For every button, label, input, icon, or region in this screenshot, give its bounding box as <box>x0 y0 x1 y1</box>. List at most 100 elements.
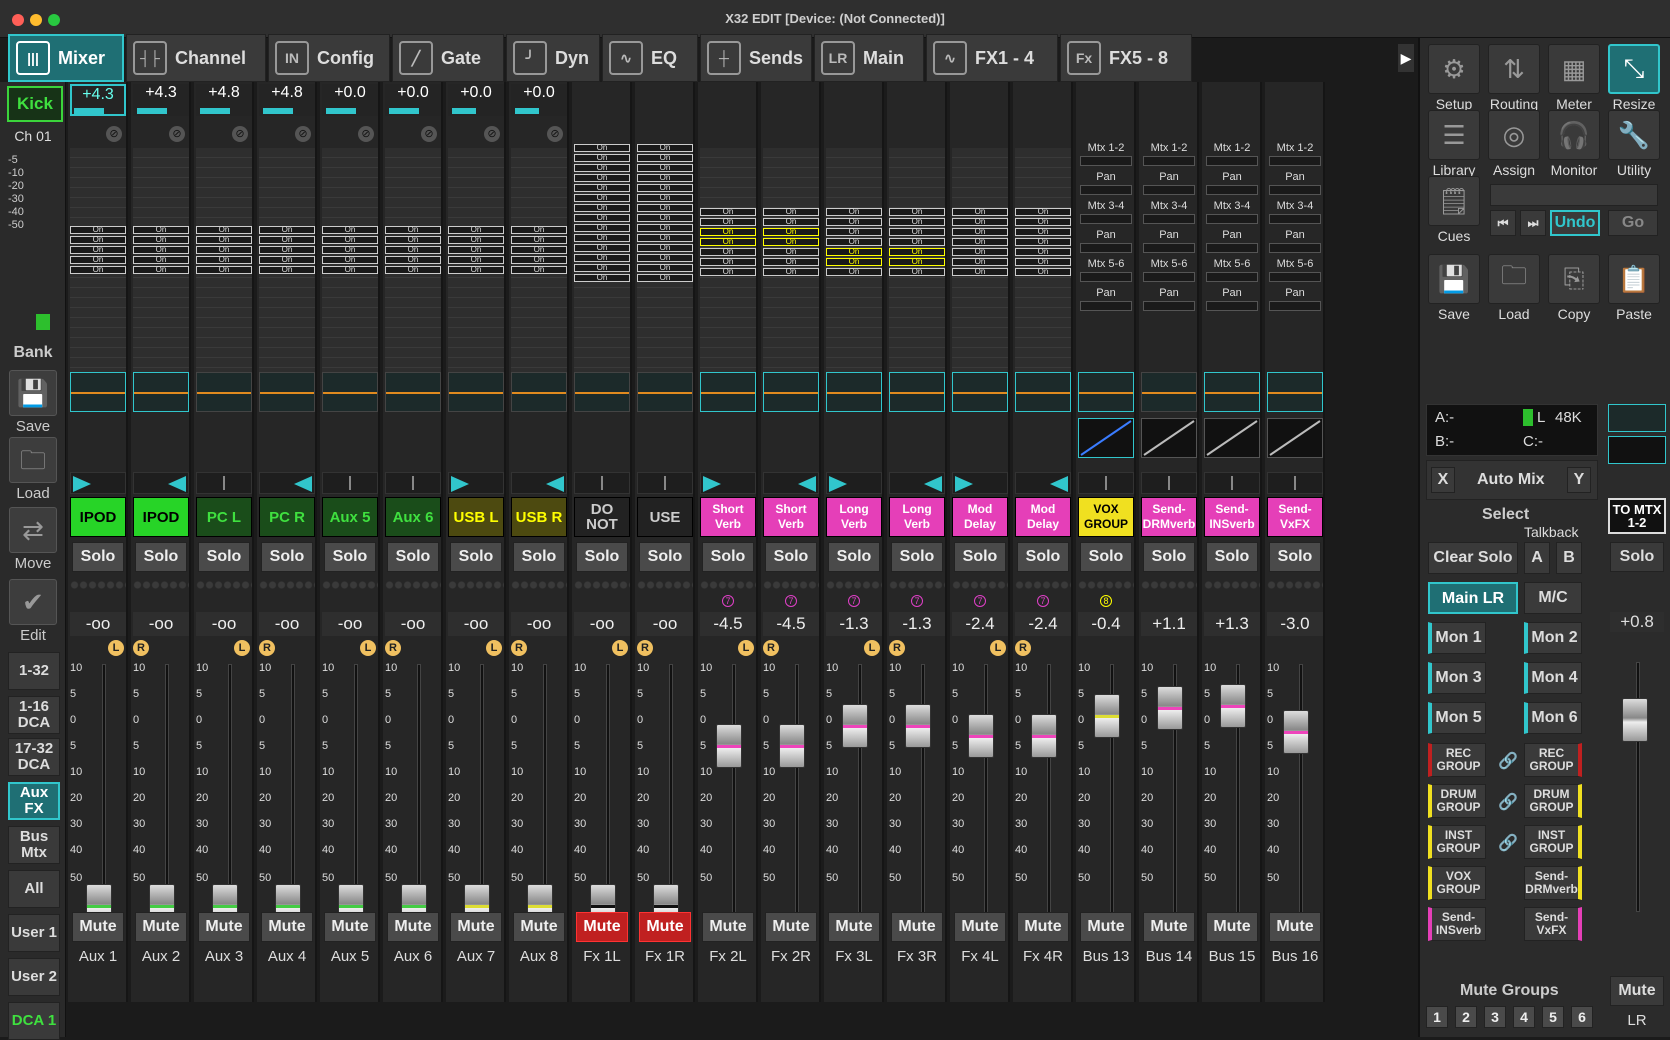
send-on-button[interactable]: On <box>259 266 315 274</box>
stereo-link-right[interactable]: R <box>259 640 275 656</box>
send-on-button[interactable]: On <box>637 254 693 262</box>
phase-invert-icon[interactable]: ⊘ <box>169 126 185 142</box>
bank-button-1-16-dca[interactable]: 1-16 DCA <box>8 696 60 734</box>
paste-scene-icon[interactable]: 📋 <box>1608 254 1660 304</box>
bank-button-bus-mtx[interactable]: Bus Mtx <box>8 826 60 864</box>
copy-scene-icon[interactable]: ⎘ <box>1548 254 1600 304</box>
phase-invert-icon[interactable]: ⊘ <box>484 126 500 142</box>
bank-button-dca-1[interactable]: DCA 1 <box>8 1002 60 1040</box>
pan-control[interactable] <box>1141 472 1197 494</box>
phase-invert-icon[interactable]: ⊘ <box>106 126 122 142</box>
solo-button[interactable]: Solo <box>1269 542 1321 572</box>
bank-button-17-32-dca[interactable]: 17-32 DCA <box>8 738 60 776</box>
solo-button[interactable]: Solo <box>261 542 313 572</box>
master-solo-button[interactable]: Solo <box>1610 542 1664 572</box>
send-on-button[interactable]: On <box>322 236 378 244</box>
send-on-button[interactable]: On <box>196 256 252 264</box>
pan-control[interactable] <box>1015 472 1071 494</box>
talkback-a-button[interactable]: A <box>1524 542 1550 574</box>
send-on-button[interactable]: On <box>259 236 315 244</box>
send-on-button[interactable]: On <box>700 268 756 276</box>
send-on-button[interactable]: On <box>133 256 189 264</box>
tab-sends[interactable]: ┼ Sends <box>700 34 812 82</box>
go-button[interactable]: Go <box>1608 210 1658 236</box>
send-on-button[interactable]: On <box>574 144 630 152</box>
undo-button[interactable]: Undo <box>1550 210 1600 236</box>
eq-curve[interactable] <box>511 372 567 412</box>
automix-x-button[interactable]: X <box>1431 467 1455 493</box>
send-on-button[interactable]: On <box>637 244 693 252</box>
send-on-button[interactable]: On <box>952 228 1008 236</box>
send-on-button[interactable]: On <box>70 246 126 254</box>
dynamics-curve[interactable] <box>1204 418 1260 458</box>
pan-control[interactable] <box>259 472 315 494</box>
send-on-button[interactable]: On <box>322 226 378 234</box>
eq-curve[interactable] <box>889 372 945 412</box>
solo-button[interactable]: Solo <box>702 542 754 572</box>
send-on-button[interactable]: On <box>70 256 126 264</box>
mute-button[interactable]: Mute <box>72 912 124 942</box>
eq-curve[interactable] <box>826 372 882 412</box>
setup-icon[interactable]: ⚙ <box>1428 44 1480 94</box>
send-on-button[interactable]: On <box>322 246 378 254</box>
send-on-button[interactable]: On <box>952 218 1008 226</box>
solo-button[interactable]: Solo <box>72 542 124 572</box>
send-on-button[interactable]: On <box>700 238 756 246</box>
move-icon[interactable]: ⇄ <box>9 507 57 553</box>
send-on-button[interactable]: On <box>700 218 756 226</box>
channel-name[interactable]: Aux 5 <box>322 497 378 537</box>
fader-level[interactable]: -oo <box>511 612 567 636</box>
channel-name[interactable]: Aux 6 <box>385 497 441 537</box>
channel-name[interactable]: VOX GROUP <box>1078 497 1134 537</box>
send-on-button[interactable]: On <box>700 248 756 256</box>
pan-control[interactable] <box>448 472 504 494</box>
solo-button[interactable]: Solo <box>1206 542 1258 572</box>
solo-button[interactable]: Solo <box>1080 542 1132 572</box>
send-on-button[interactable]: On <box>889 238 945 246</box>
stereo-link-left[interactable]: L <box>990 640 1006 656</box>
channel-name[interactable]: USB R <box>511 497 567 537</box>
solo-button[interactable]: Solo <box>954 542 1006 572</box>
send-on-button[interactable]: On <box>826 208 882 216</box>
eq-curve[interactable] <box>1141 372 1197 412</box>
send-on-button[interactable]: On <box>763 218 819 226</box>
stereo-link-left[interactable]: L <box>486 640 502 656</box>
fader-level[interactable]: -oo <box>196 612 252 636</box>
routing-icon[interactable]: ⇅ <box>1488 44 1540 94</box>
bank-button-aux-fx[interactable]: Aux FX <box>8 782 60 820</box>
bus-send-slider[interactable] <box>1206 272 1258 282</box>
send-on-button[interactable]: On <box>889 258 945 266</box>
monitor-bus-button[interactable]: Mon 5 <box>1428 702 1486 734</box>
pan-control[interactable] <box>574 472 630 494</box>
solo-button[interactable]: Solo <box>828 542 880 572</box>
next-scene-icon[interactable]: ⏭ <box>1520 210 1546 236</box>
send-on-button[interactable]: On <box>259 226 315 234</box>
edit-icon[interactable]: ✔ <box>9 579 57 625</box>
pan-control[interactable] <box>511 472 567 494</box>
send-on-button[interactable]: On <box>637 164 693 172</box>
eq-curve[interactable] <box>1078 372 1134 412</box>
solo-button[interactable]: Solo <box>765 542 817 572</box>
solo-button[interactable]: Solo <box>450 542 502 572</box>
send-on-button[interactable]: On <box>889 218 945 226</box>
channel-name[interactable]: Mod Delay <box>952 497 1008 537</box>
bus-send-slider[interactable] <box>1269 272 1321 282</box>
stereo-link-right[interactable]: R <box>385 640 401 656</box>
send-on-button[interactable]: On <box>574 224 630 232</box>
send-on-button[interactable]: On <box>448 246 504 254</box>
eq-curve[interactable] <box>385 372 441 412</box>
channel-name[interactable]: PC L <box>196 497 252 537</box>
pan-control[interactable] <box>1267 472 1323 494</box>
send-on-button[interactable]: On <box>1015 268 1071 276</box>
mute-button[interactable]: Mute <box>513 912 565 942</box>
fader-knob[interactable] <box>1094 694 1120 738</box>
mute-button[interactable]: Mute <box>702 912 754 942</box>
bus-send-slider[interactable] <box>1206 185 1258 195</box>
send-on-button[interactable]: On <box>637 264 693 272</box>
group-button[interactable]: INST GROUP <box>1524 825 1582 859</box>
bus-send-slider[interactable] <box>1206 156 1258 166</box>
bus-send-slider[interactable] <box>1269 301 1321 311</box>
send-on-button[interactable]: On <box>952 238 1008 246</box>
send-on-button[interactable]: On <box>385 256 441 264</box>
fader-level[interactable]: -1.3 <box>889 612 945 636</box>
